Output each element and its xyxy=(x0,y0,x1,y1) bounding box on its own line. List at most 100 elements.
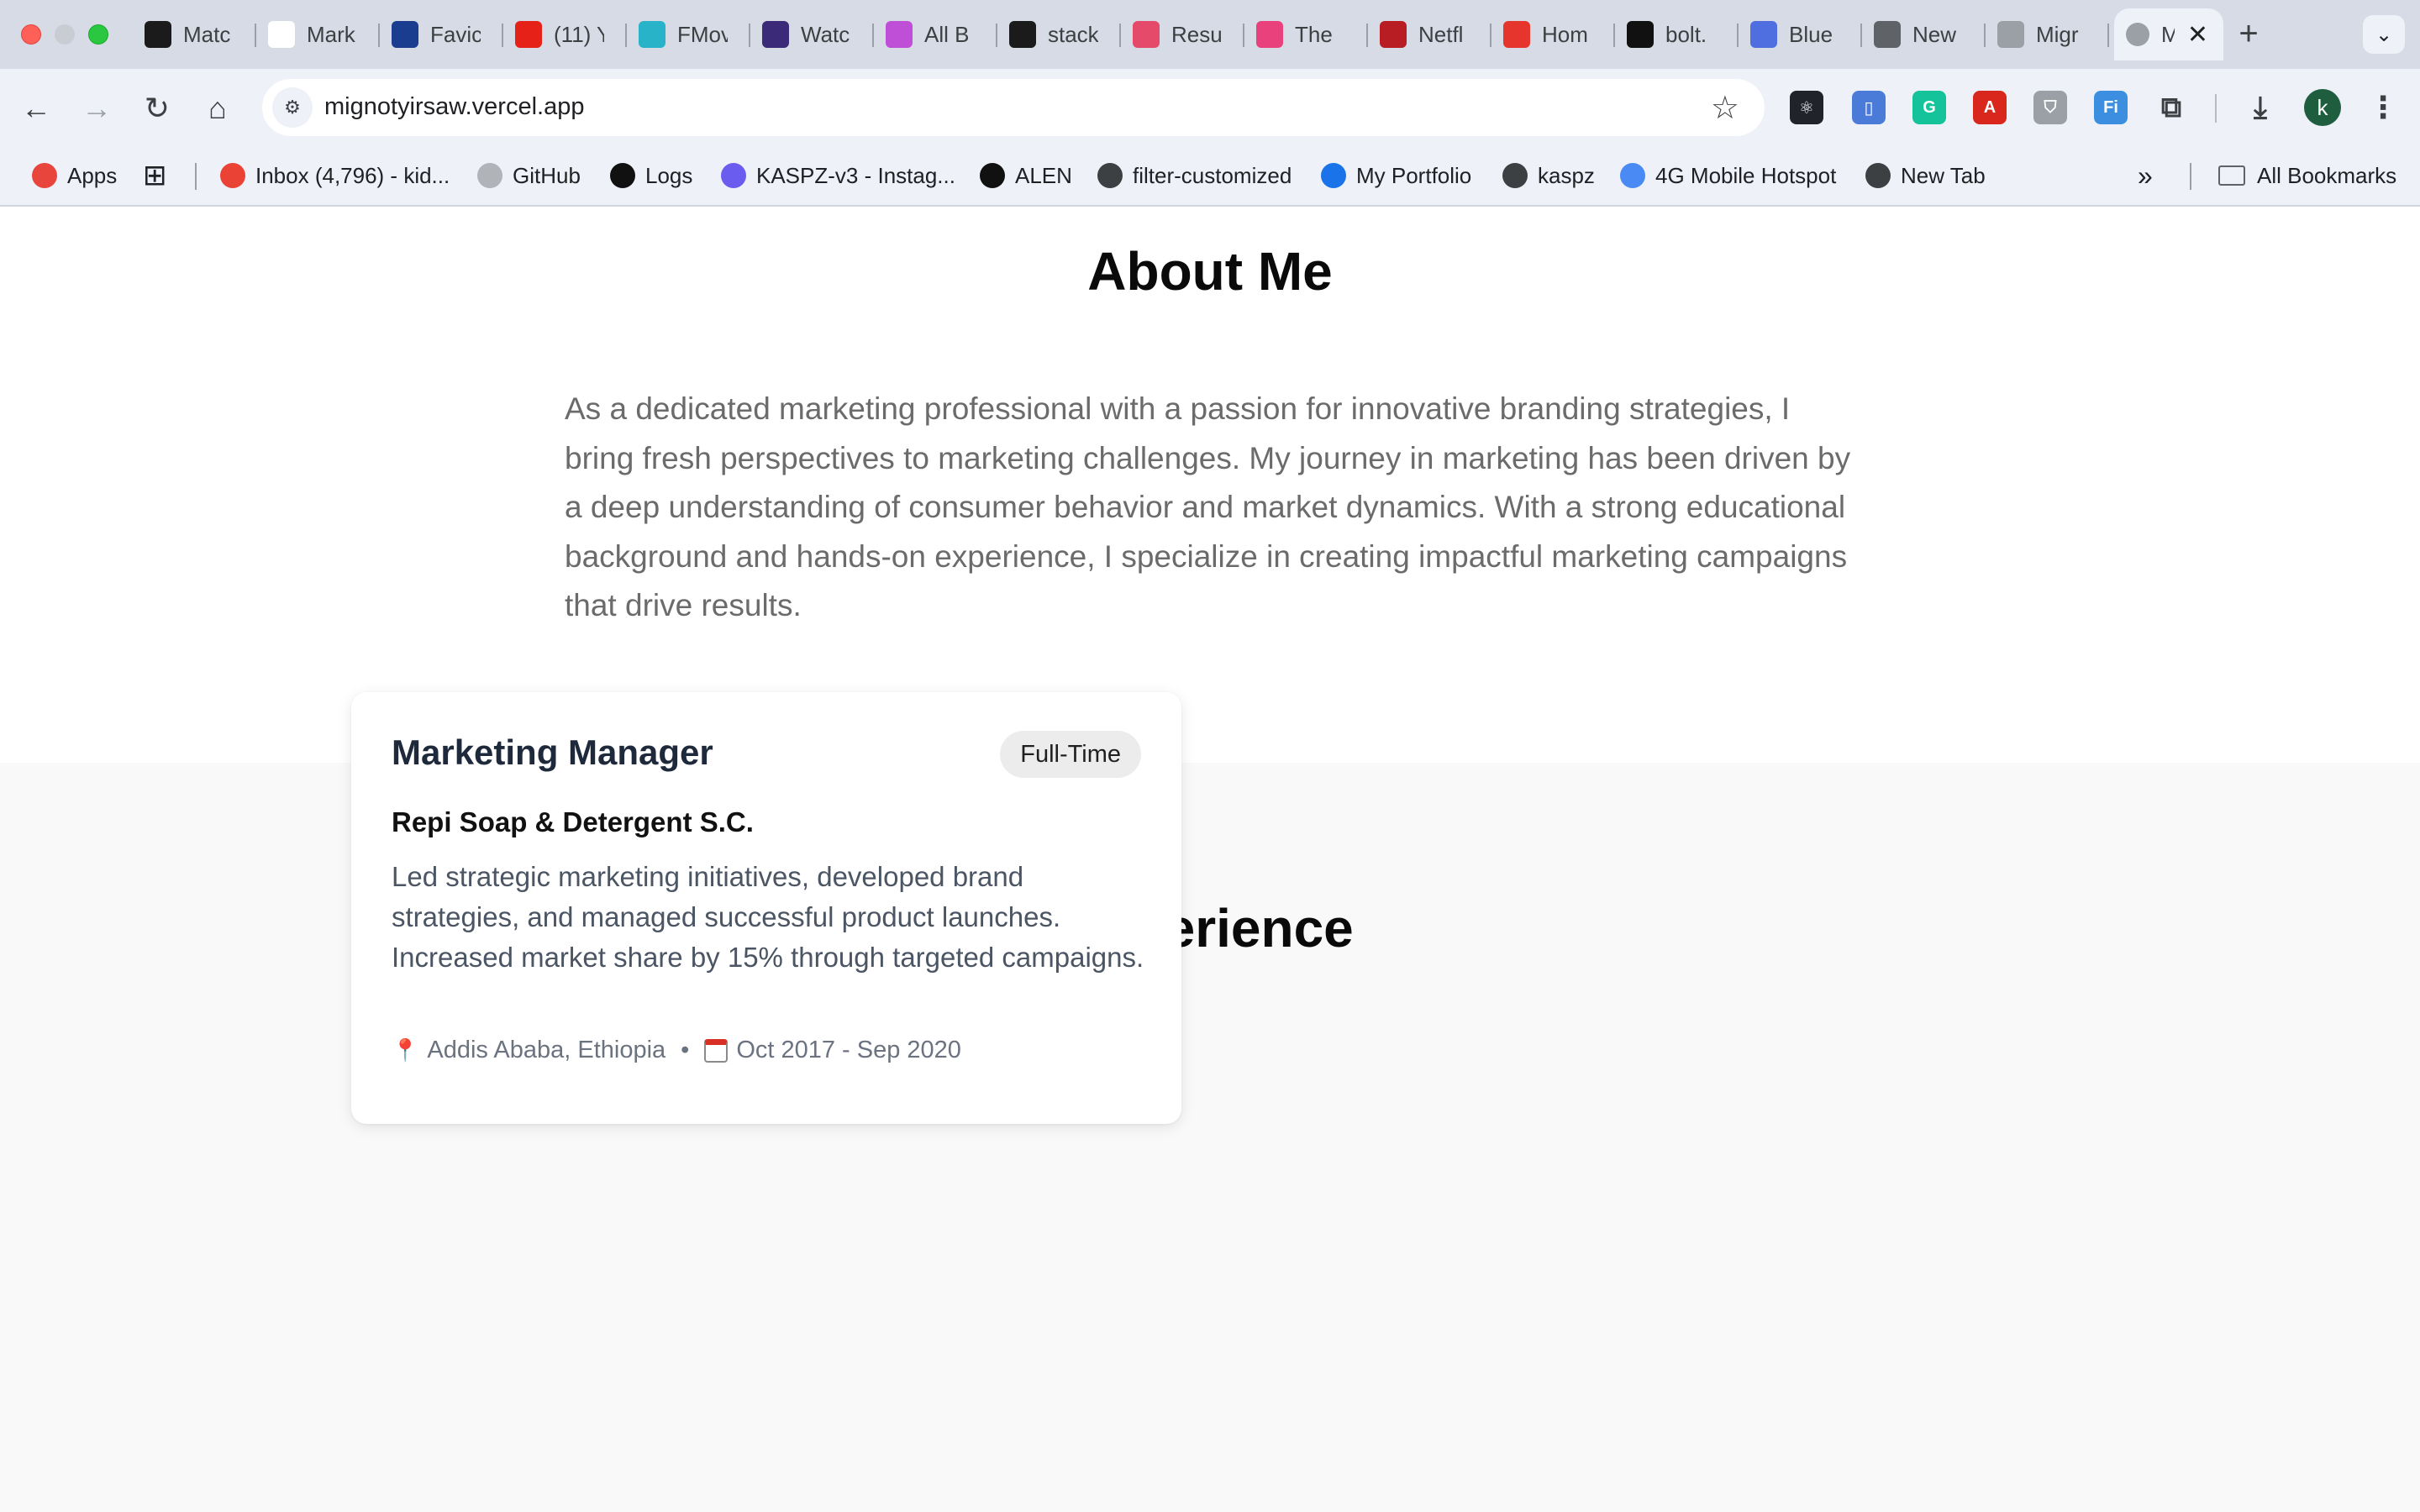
all-bookmarks-button[interactable]: All Bookmarks xyxy=(2218,158,2396,193)
bookmark-label: Apps xyxy=(67,162,118,188)
close-window-button[interactable] xyxy=(21,24,41,45)
bookmark-item[interactable]: 4G Mobile Hotspot xyxy=(1620,158,1836,193)
tab-label: Resu xyxy=(1171,21,1222,47)
all-bookmarks-label: All Bookmarks xyxy=(2257,162,2397,188)
tab-label: Watc xyxy=(801,21,850,47)
browser-toolbar: ← → ↻ ⌂ ⚙ mignotyirsaw.vercel.app ☆ ⚛ ▯ G A… xyxy=(0,69,2420,146)
react-devtools-icon[interactable]: ⚛ xyxy=(1790,91,1823,124)
tab-label: New xyxy=(1912,21,1957,47)
job-location: Addis Ababa, Ethiopia xyxy=(427,1037,666,1063)
globe-icon xyxy=(1997,21,2024,48)
tab[interactable]: The xyxy=(1244,8,1368,60)
home-button[interactable]: ⌂ xyxy=(197,87,239,129)
tab-label: Matc xyxy=(183,21,231,47)
bookmark-item[interactable]: KASPZ-v3 - Instag... xyxy=(721,158,955,193)
back-button[interactable]: ← xyxy=(15,87,57,129)
globe-icon xyxy=(1865,163,1891,188)
download-icon[interactable]: ⤓ xyxy=(2244,90,2277,124)
tab[interactable]: New xyxy=(1862,8,1986,60)
tab[interactable]: (11) Y xyxy=(503,8,627,60)
grammarly-icon[interactable]: G xyxy=(1912,91,1946,124)
bookmark-item[interactable]: kaspz xyxy=(1502,158,1595,193)
tab[interactable]: Resu xyxy=(1121,8,1244,60)
phone-icon[interactable]: ▯ xyxy=(1852,91,1886,124)
minimize-window-button[interactable] xyxy=(55,24,75,45)
address-bar[interactable]: ⚙ mignotyirsaw.vercel.app ☆ xyxy=(262,79,1765,136)
tab[interactable]: stack xyxy=(997,8,1121,60)
bolt-icon xyxy=(886,21,913,48)
bookmark-item[interactable]: My Portfolio xyxy=(1321,158,1471,193)
job-title: Marketing Manager xyxy=(392,732,713,772)
tab[interactable]: Netfl xyxy=(1368,8,1491,60)
tab[interactable]: Mark xyxy=(256,8,380,60)
tab-label: Favic xyxy=(430,21,481,47)
bookmark-label: New Tab xyxy=(1901,162,1986,188)
bookmarks-divider xyxy=(195,163,197,190)
employment-type-badge: Full-Time xyxy=(1000,731,1141,778)
bookmark-item[interactable]: ALEN xyxy=(980,158,1072,193)
github-icon xyxy=(1009,21,1036,48)
tab[interactable]: Favic xyxy=(380,8,503,60)
tab[interactable]: Hom xyxy=(1491,8,1615,60)
gh-icon xyxy=(1256,21,1283,48)
bookmark-label: Logs xyxy=(645,162,693,188)
extensions-puzzle-icon[interactable]: ⧉ xyxy=(2154,91,2188,124)
bookmark-item[interactable]: GitHub xyxy=(477,158,581,193)
tab-label: All B xyxy=(924,21,970,47)
bookmark-star-icon[interactable]: ☆ xyxy=(1711,89,1739,127)
fullscreen-window-button[interactable] xyxy=(88,24,108,45)
tab[interactable]: Matc xyxy=(133,8,256,60)
tab[interactable]: Watc xyxy=(750,8,874,60)
tab-list: Matc Mark Favic (11) Y FMov Watc All B stack Res… xyxy=(133,8,2223,60)
tab[interactable]: All B xyxy=(874,8,997,60)
arrow-right-icon: → xyxy=(82,91,112,125)
youtube-icon xyxy=(515,21,542,48)
tab[interactable]: FMov xyxy=(627,8,750,60)
pdf-icon[interactable]: A xyxy=(1973,91,2007,124)
calendar-icon xyxy=(704,1038,729,1063)
toolbar-divider xyxy=(2215,94,2217,123)
bookmark-label: My Portfolio xyxy=(1356,162,1472,188)
tab-groups-icon[interactable]: ⊞ xyxy=(143,158,167,193)
globe-icon xyxy=(1097,163,1123,188)
bookmark-label: KASPZ-v3 - Instag... xyxy=(756,162,955,188)
hianime-icon xyxy=(762,21,789,48)
tab[interactable]: bolt. xyxy=(1615,8,1739,60)
bookmark-item[interactable]: Apps xyxy=(32,158,117,193)
tab-search-button[interactable]: ⌄ xyxy=(2363,15,2405,54)
bookmarks-divider xyxy=(2190,163,2191,190)
profile-avatar[interactable]: k xyxy=(2304,89,2341,126)
reload-button[interactable]: ↻ xyxy=(136,87,178,129)
home-icon: ⌂ xyxy=(208,91,227,125)
k-logo-icon xyxy=(1321,163,1346,188)
fi-icon[interactable]: Fi xyxy=(2094,91,2128,124)
tab-label: stack xyxy=(1048,21,1098,47)
shield-icon[interactable]: ⛉ xyxy=(2033,91,2067,124)
globe-icon xyxy=(1874,21,1901,48)
bookmarks-overflow-button[interactable]: » xyxy=(2138,158,2153,193)
meta-separator: • xyxy=(681,1037,690,1063)
openai-icon xyxy=(268,21,295,48)
forward-button[interactable]: → xyxy=(76,87,118,129)
bookmark-label: 4G Mobile Hotspot xyxy=(1655,162,1837,188)
url-text[interactable]: mignotyirsaw.vercel.app xyxy=(324,93,584,121)
more-menu-icon[interactable]: ⋮ xyxy=(2366,90,2400,124)
new-tab-button[interactable]: + xyxy=(2228,12,2269,55)
bookmark-item[interactable]: Inbox (4,796) - kid... xyxy=(220,158,450,193)
tab[interactable]: Blue xyxy=(1739,8,1862,60)
bookmark-label: Inbox (4,796) - kid... xyxy=(255,162,450,188)
bookmark-item[interactable]: filter-customized xyxy=(1097,158,1292,193)
tab-active[interactable]: M ✕ xyxy=(2114,8,2223,60)
close-tab-icon[interactable]: ✕ xyxy=(2187,20,2208,50)
bookmark-item[interactable]: Logs xyxy=(610,158,692,193)
dans-tools-icon xyxy=(392,21,418,48)
play-icon xyxy=(639,21,666,48)
hotspot-icon xyxy=(1620,163,1645,188)
tab-strip: Matc Mark Favic (11) Y FMov Watc All B stack Res… xyxy=(0,0,2420,69)
tab[interactable]: Migr xyxy=(1986,8,2109,60)
reload-icon: ↻ xyxy=(144,91,171,125)
bookmark-item[interactable]: New Tab xyxy=(1865,158,1986,193)
job-meta: 📍 Addis Ababa, Ethiopia • Oct 2017 - Sep… xyxy=(392,1037,961,1064)
site-settings-icon[interactable]: ⚙ xyxy=(272,87,313,128)
globe-icon xyxy=(2126,23,2149,46)
